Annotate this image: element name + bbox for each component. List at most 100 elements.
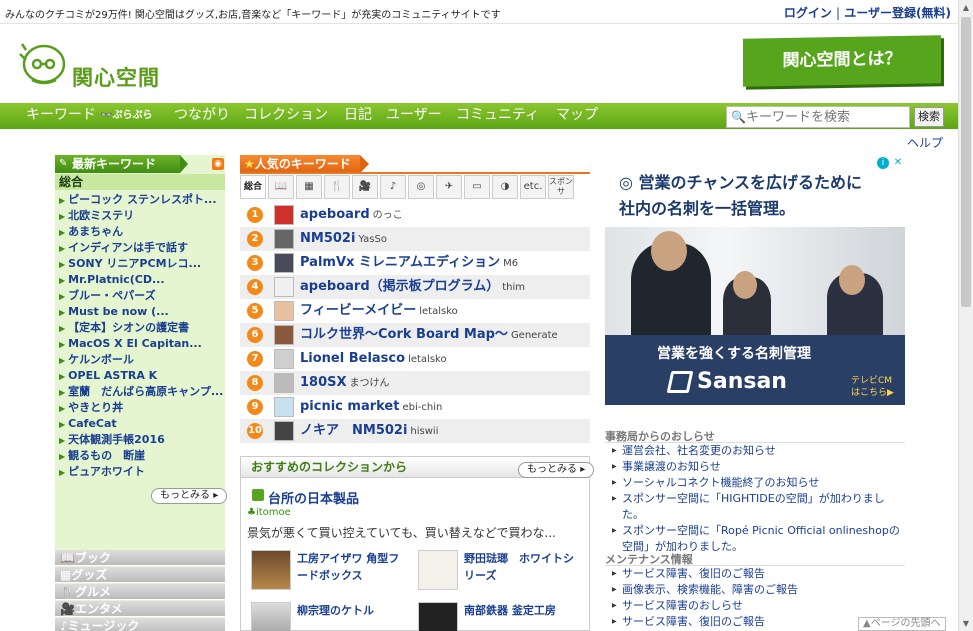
popular-tab[interactable]: ◑ bbox=[492, 175, 518, 199]
advertisement[interactable]: ◎ 営業のチャンスを広げるために 社内の名刺を一括管理。 i ✕ 営業を強くする… bbox=[605, 155, 905, 405]
latest-keyword-item[interactable]: ▶ OPEL ASTRA K bbox=[55, 368, 225, 384]
nav-keyword[interactable]: キーワード bbox=[26, 103, 96, 129]
rank-user[interactable]: M6 bbox=[503, 258, 518, 269]
maint-item[interactable]: サービス障害、復旧のご報告 bbox=[612, 566, 904, 582]
vertical-scrollbar[interactable]: ▲ ▼ bbox=[958, 0, 973, 631]
latest-keyword-item[interactable]: ▶ Must be now (... bbox=[55, 304, 225, 320]
collection-item[interactable]: 工房アイザワ 角型フードボックス bbox=[251, 550, 411, 592]
collection-more-button[interactable]: もっとみる ▸ bbox=[518, 462, 595, 478]
nav-collection[interactable]: コレクション bbox=[244, 103, 328, 129]
collection-item[interactable]: 柳宗理のケトル bbox=[251, 602, 411, 631]
ranking-row[interactable]: 2 NM502i YasSo bbox=[240, 227, 590, 251]
rank-user[interactable]: hiswii bbox=[410, 426, 438, 437]
popular-tab[interactable]: スポンサ bbox=[548, 175, 574, 199]
rank-title[interactable]: ノキア NM502i hiswii bbox=[300, 419, 438, 444]
latest-keyword-item[interactable]: ▶ 【定本】シオンの護定書 bbox=[55, 320, 225, 336]
latest-keyword-item[interactable]: ▶ やきとり丼 bbox=[55, 400, 225, 416]
ranking-row[interactable]: 9 picnic market ebi-chin bbox=[240, 395, 590, 419]
popular-tab[interactable]: 📖 bbox=[268, 175, 294, 199]
rank-title[interactable]: NM502i YasSo bbox=[300, 227, 387, 252]
news-item[interactable]: 運営会社、社名変更のお知らせ bbox=[612, 443, 904, 459]
rank-user[interactable]: thim bbox=[502, 282, 525, 293]
latest-keyword-item[interactable]: ▶ Mr.Platnic(CD... bbox=[55, 272, 225, 288]
scroll-thumb[interactable] bbox=[961, 17, 971, 307]
logo-text[interactable]: 関心空間 bbox=[72, 62, 160, 92]
popular-tab[interactable]: ✈ bbox=[436, 175, 462, 199]
collection-item[interactable]: 南部鉄器 釜定工房 bbox=[418, 602, 578, 631]
ranking-row[interactable]: 7 Lionel Belasco letalsko bbox=[240, 347, 590, 371]
nav-user[interactable]: ユーザー bbox=[386, 103, 442, 129]
category-music[interactable]: ♪ミュージック bbox=[55, 618, 225, 631]
login-link[interactable]: ログイン bbox=[784, 6, 832, 20]
latest-keyword-item[interactable]: ▶ ケルンボール bbox=[55, 352, 225, 368]
ranking-row[interactable]: 6 コルク世界～Cork Board Map～ Generate bbox=[240, 323, 590, 347]
nav-community[interactable]: コミュニティ bbox=[456, 103, 539, 129]
rank-user[interactable]: letalsko bbox=[419, 306, 458, 317]
maint-item[interactable]: 画像表示、検索機能、障害のご報告 bbox=[612, 582, 904, 598]
rank-title[interactable]: 180SX まつけん bbox=[300, 371, 390, 396]
page-top-button[interactable]: ▲ページの先頭へ bbox=[858, 617, 946, 631]
ranking-row[interactable]: 8 180SX まつけん bbox=[240, 371, 590, 395]
latest-keyword-item[interactable]: ▶ CafeCat bbox=[55, 416, 225, 432]
rank-title[interactable]: PalmVx ミレニアムエディション M6 bbox=[300, 251, 518, 276]
rank-user[interactable]: のっこ bbox=[373, 210, 403, 221]
rss-icon[interactable]: ◉ bbox=[212, 158, 224, 170]
search-input[interactable] bbox=[746, 108, 906, 126]
ad-info-icon[interactable]: i bbox=[877, 157, 889, 169]
ranking-row[interactable]: 1 apeboard のっこ bbox=[240, 203, 590, 227]
ranking-row[interactable]: 5 フィービーメイビー letalsko bbox=[240, 299, 590, 323]
latest-keyword-item[interactable]: ▶ インディアンは手で話す bbox=[55, 240, 225, 256]
popular-tab[interactable]: etc. bbox=[520, 175, 546, 199]
latest-more-button[interactable]: もっとみる ▸ bbox=[151, 488, 228, 504]
maint-item[interactable]: サービス障害のおしらせ bbox=[612, 598, 904, 614]
ranking-row[interactable]: 3 PalmVx ミレニアムエディション M6 bbox=[240, 251, 590, 275]
rank-user[interactable]: ebi-chin bbox=[402, 402, 442, 413]
nav-tsunagari[interactable]: つながり bbox=[174, 103, 230, 129]
news-item[interactable]: スポンサー空間に「HIGHTIDEの空間」が加わりました。 bbox=[612, 491, 904, 523]
popular-tab[interactable]: 総合 bbox=[240, 175, 266, 199]
latest-keyword-item[interactable]: ▶ 観るもの 断崖 bbox=[55, 448, 225, 464]
latest-keyword-item[interactable]: ▶ 天体観測手帳2016 bbox=[55, 432, 225, 448]
latest-keyword-item[interactable]: ▶ 北欧ミステリ bbox=[55, 208, 225, 224]
nav-diary[interactable]: 日記 bbox=[344, 103, 372, 129]
popular-tab[interactable]: ◎ bbox=[408, 175, 434, 199]
rank-title[interactable]: コルク世界～Cork Board Map～ Generate bbox=[300, 323, 558, 348]
help-link[interactable]: ヘルプ bbox=[907, 134, 943, 151]
collection-title[interactable]: 台所の日本製品 bbox=[268, 488, 359, 507]
latest-keyword-item[interactable]: ▶ ピーコック ステンレスポト... bbox=[55, 192, 225, 208]
category-book[interactable]: 📖ブック bbox=[55, 550, 225, 566]
latest-keyword-item[interactable]: ▶ ブルー・ペパーズ bbox=[55, 288, 225, 304]
rank-title[interactable]: picnic market ebi-chin bbox=[300, 395, 442, 420]
category-entertainment[interactable]: 🎥エンタメ bbox=[55, 601, 225, 617]
rank-title[interactable]: apeboard のっこ bbox=[300, 203, 403, 228]
scroll-down-icon[interactable]: ▼ bbox=[959, 616, 973, 631]
latest-keyword-item[interactable]: ▶ あまちゃん bbox=[55, 224, 225, 240]
ranking-row[interactable]: 4 apeboard（掲示板プログラム） thim bbox=[240, 275, 590, 299]
category-gourmet[interactable]: 🍴グルメ bbox=[55, 584, 225, 600]
nav-map[interactable]: マップ bbox=[556, 103, 598, 129]
rank-title[interactable]: apeboard（掲示板プログラム） thim bbox=[300, 275, 525, 300]
register-link[interactable]: ユーザー登録(無料) bbox=[844, 6, 951, 20]
popular-tab[interactable]: 🍴 bbox=[324, 175, 350, 199]
collection-item[interactable]: 野田琺瑯 ホワイトシリーズ bbox=[418, 550, 578, 592]
rank-title[interactable]: Lionel Belasco letalsko bbox=[300, 347, 447, 372]
collection-user[interactable]: ♣itomoe bbox=[247, 507, 291, 518]
category-goods[interactable]: ▦グッズ bbox=[55, 567, 225, 583]
popular-tab[interactable]: ♪ bbox=[380, 175, 406, 199]
popular-tab[interactable]: ▦ bbox=[296, 175, 322, 199]
ranking-row[interactable]: 10 ノキア NM502i hiswii bbox=[240, 419, 590, 443]
nav-purapura[interactable]: 👓ぷらぷら bbox=[100, 103, 152, 129]
about-button[interactable]: 関心空間とは？ bbox=[743, 35, 941, 87]
latest-keyword-item[interactable]: ▶ SONY リニアPCMレコ... bbox=[55, 256, 225, 272]
rank-user[interactable]: letalsko bbox=[408, 354, 447, 365]
ad-cm-link[interactable]: テレビCM はこちら▶ bbox=[851, 375, 894, 399]
popular-tab[interactable]: 🎥 bbox=[352, 175, 378, 199]
rank-user[interactable]: まつけん bbox=[350, 378, 390, 389]
rank-user[interactable]: Generate bbox=[511, 330, 558, 341]
popular-tab[interactable]: ▭ bbox=[464, 175, 490, 199]
ad-close-icon[interactable]: ✕ bbox=[892, 157, 904, 169]
rank-title[interactable]: フィービーメイビー letalsko bbox=[300, 299, 458, 324]
scroll-up-icon[interactable]: ▲ bbox=[959, 0, 973, 15]
search-button[interactable]: 検索 bbox=[914, 107, 944, 127]
news-item[interactable]: 事業譲渡のお知らせ bbox=[612, 459, 904, 475]
